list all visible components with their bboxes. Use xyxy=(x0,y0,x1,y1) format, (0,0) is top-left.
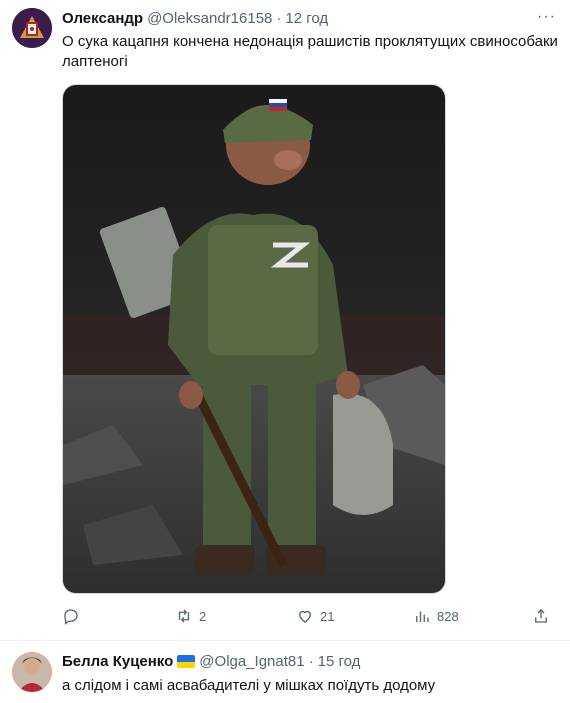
separator-dot: · xyxy=(276,10,282,27)
tweet-time[interactable]: 12 год xyxy=(285,10,328,27)
views-icon xyxy=(416,611,429,622)
more-dots-icon[interactable]: ··· xyxy=(537,8,556,26)
reply-author-handle[interactable]: @Olga_Ignat81 xyxy=(199,653,304,670)
reply-text: а слідом і самі асвабадителі у мішках по… xyxy=(62,677,436,694)
reply-button[interactable] xyxy=(62,607,80,625)
reply-author-avatar[interactable] xyxy=(12,652,52,692)
like-count: 21 xyxy=(320,608,335,624)
retweet-count: 2 xyxy=(199,608,207,624)
tweet-image[interactable] xyxy=(62,84,446,594)
author-name[interactable]: Олександр xyxy=(62,10,143,27)
like-button[interactable]: 21 xyxy=(296,607,334,625)
tweet-text: О сука кацапня кончена недонація рашисті… xyxy=(62,33,558,70)
tweet-actions: 2 21 828 xyxy=(62,607,562,627)
retweet-icon xyxy=(178,609,190,623)
author-handle[interactable]: @Oleksandr16158 xyxy=(147,10,272,27)
reply-icon xyxy=(64,609,78,625)
share-button[interactable] xyxy=(532,607,550,625)
separator-dot: · xyxy=(308,653,314,670)
share-icon xyxy=(535,609,547,623)
ukraine-flag-icon xyxy=(177,655,196,668)
tweet[interactable]: Олександр @Oleksandr16158 · 12 год ··· О… xyxy=(0,0,570,641)
reply-author-name[interactable]: Белла Куценко xyxy=(62,653,173,670)
tweet-header: Олександр @Oleksandr16158 · 12 год xyxy=(62,10,328,27)
author-avatar[interactable] xyxy=(12,8,52,48)
reply-time[interactable]: 15 год xyxy=(318,653,361,670)
reply-header: Белла Куценко @Olga_Ignat81 · 15 год xyxy=(62,653,360,670)
views-button[interactable]: 828 xyxy=(413,607,459,625)
views-count: 828 xyxy=(437,608,459,624)
heart-icon xyxy=(299,610,311,623)
retweet-button[interactable]: 2 xyxy=(175,607,206,625)
